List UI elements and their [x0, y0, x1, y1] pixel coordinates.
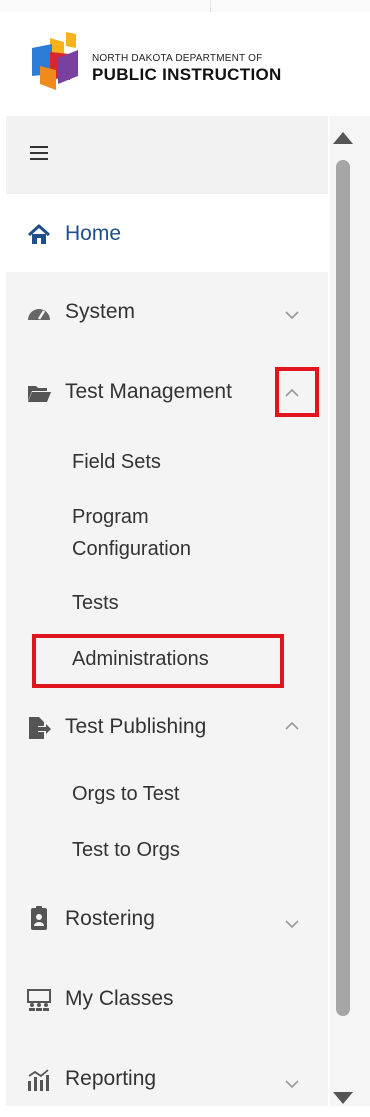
- file-export-icon: [29, 717, 51, 739]
- chart-icon: [28, 1069, 49, 1091]
- sidebar-scrollbar-thumb[interactable]: [336, 160, 350, 1016]
- sidebar-item-label: Test Management: [65, 380, 232, 403]
- hamburger-icon[interactable]: [30, 146, 48, 160]
- highlight-box-chevron: [275, 367, 319, 417]
- sidebar-item-home[interactable]: Home: [6, 194, 328, 272]
- sidebar-subitem-orgs-to-test[interactable]: Orgs to Test: [72, 778, 179, 810]
- sidebar-nav: Home System Test Management Field Sets P…: [6, 116, 328, 1106]
- sidebar-item-rostering[interactable]: Rostering: [6, 879, 328, 957]
- home-icon: [27, 224, 51, 244]
- scroll-down-arrow-icon[interactable]: [333, 1092, 353, 1104]
- logo-line1: North Dakota Department of: [92, 53, 263, 64]
- sidebar-subitem-program-configuration[interactable]: Program Configuration: [72, 501, 242, 565]
- chevron-down-icon[interactable]: [283, 917, 301, 931]
- sidebar-item-label: Test Publishing: [65, 715, 207, 738]
- sidebar-item-label: Reporting: [65, 1067, 157, 1090]
- sidebar-toggle-row: [6, 116, 328, 194]
- header-logo[interactable]: North Dakota Department of Public Instru…: [0, 12, 370, 112]
- sidebar-item-label: Rostering: [65, 907, 155, 930]
- highlight-box-administrations: [32, 634, 284, 688]
- scroll-up-arrow-icon[interactable]: [333, 132, 353, 144]
- chevron-up-icon[interactable]: [283, 719, 301, 733]
- classroom-icon: [27, 989, 51, 1011]
- speedometer-icon: [28, 309, 50, 320]
- ndpi-logo-icon: [32, 32, 78, 90]
- sidebar-item-system[interactable]: System: [6, 272, 328, 350]
- sidebar-item-test-publishing[interactable]: Test Publishing: [6, 687, 328, 765]
- logo-text: North Dakota Department of Public Instru…: [92, 53, 282, 84]
- sidebar-subitem-tests[interactable]: Tests: [72, 587, 119, 619]
- top-strip-segment: [0, 0, 211, 12]
- sidebar-subitem-field-sets[interactable]: Field Sets: [72, 446, 161, 478]
- chevron-down-icon[interactable]: [283, 1077, 301, 1091]
- sidebar-subitem-test-to-orgs[interactable]: Test to Orgs: [72, 834, 180, 866]
- sidebar-item-label: Home: [65, 222, 122, 245]
- sidebar-item-label: My Classes: [65, 987, 174, 1010]
- clipboard-user-icon: [31, 906, 47, 930]
- folder-open-icon: [28, 386, 51, 402]
- logo-line2: Public Instruction: [92, 65, 282, 84]
- top-strip-segment: [210, 0, 370, 12]
- sidebar-item-label: System: [65, 300, 136, 323]
- sidebar-item-my-classes[interactable]: My Classes: [6, 959, 328, 1037]
- sidebar-item-reporting[interactable]: Reporting: [6, 1039, 328, 1117]
- chevron-down-icon[interactable]: [283, 308, 301, 322]
